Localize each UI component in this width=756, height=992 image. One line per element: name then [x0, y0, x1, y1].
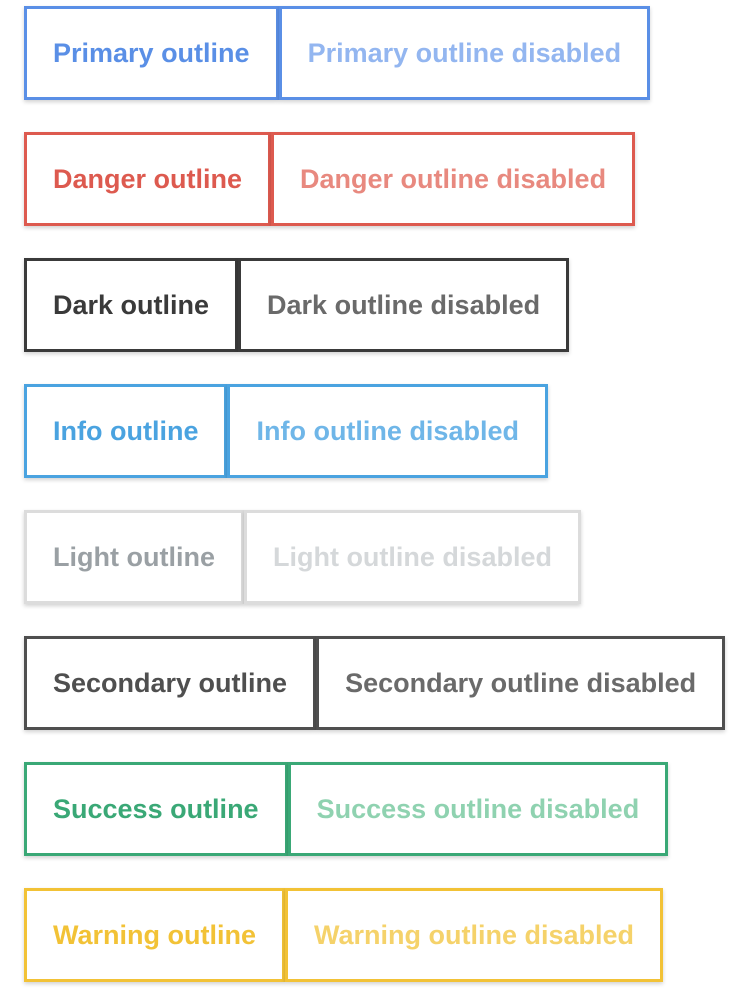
primary-outline-disabled-button: Primary outline disabled	[278, 6, 651, 100]
button-row-info: Info outline Info outline disabled	[24, 384, 548, 478]
success-outline-button[interactable]: Success outline	[24, 762, 288, 856]
warning-outline-button[interactable]: Warning outline	[24, 888, 285, 982]
button-row-danger: Danger outline Danger outline disabled	[24, 132, 636, 226]
button-row-warning: Warning outline Warning outline disabled	[24, 888, 663, 982]
dark-outline-disabled-button: Dark outline disabled	[238, 258, 570, 352]
button-row-success: Success outline Success outline disabled	[24, 762, 669, 856]
info-outline-button[interactable]: Info outline	[24, 384, 228, 478]
light-outline-disabled-button: Light outline disabled	[243, 510, 581, 604]
button-row-light: Light outline Light outline disabled	[24, 510, 581, 604]
button-row-dark: Dark outline Dark outline disabled	[24, 258, 570, 352]
success-outline-disabled-button: Success outline disabled	[287, 762, 669, 856]
secondary-outline-disabled-button: Secondary outline disabled	[316, 636, 726, 730]
secondary-outline-button[interactable]: Secondary outline	[24, 636, 317, 730]
primary-outline-button[interactable]: Primary outline	[24, 6, 279, 100]
dark-outline-button[interactable]: Dark outline	[24, 258, 239, 352]
danger-outline-button[interactable]: Danger outline	[24, 132, 272, 226]
danger-outline-disabled-button: Danger outline disabled	[271, 132, 636, 226]
button-row-primary: Primary outline Primary outline disabled	[24, 6, 651, 100]
button-row-secondary: Secondary outline Secondary outline disa…	[24, 636, 726, 730]
light-outline-button[interactable]: Light outline	[24, 510, 244, 604]
warning-outline-disabled-button: Warning outline disabled	[284, 888, 663, 982]
info-outline-disabled-button: Info outline disabled	[227, 384, 548, 478]
